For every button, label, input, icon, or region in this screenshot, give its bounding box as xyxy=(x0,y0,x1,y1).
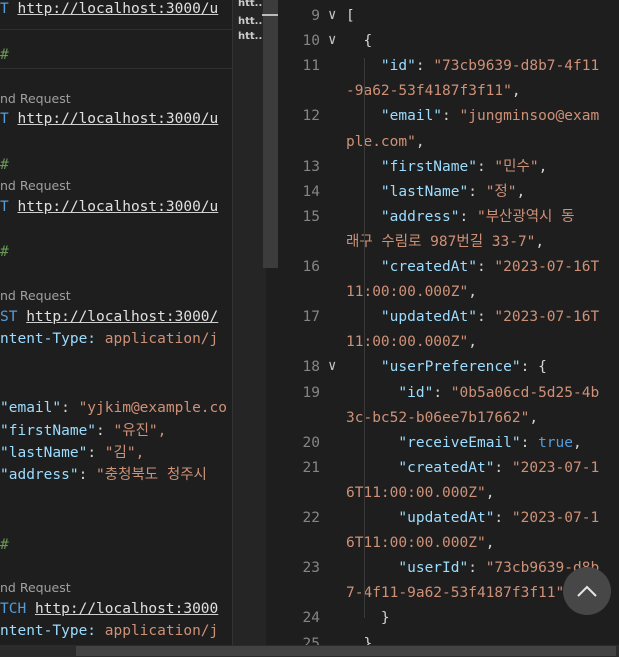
request-separator: # xyxy=(0,157,9,173)
line-number: 17 xyxy=(302,309,320,326)
code-text: "address": "부산광역시 동 xyxy=(380,208,575,225)
response-panel[interactable]: 9 ∨ [10 ∨ {11 "id": "73cb9639-d8b7-4f11 -9a6… xyxy=(278,0,619,645)
code-text: "receiveEmail": true, xyxy=(398,434,582,451)
code-text: "firstName": "민수", xyxy=(380,158,548,175)
request-header: ntent-Type: application/j xyxy=(0,331,219,347)
horizontal-scrollbar[interactable] xyxy=(76,646,616,656)
code-text: 11:00:00.000Z", xyxy=(346,284,477,301)
line-number: 25 xyxy=(302,635,320,646)
tab-response-3[interactable]: htt... xyxy=(238,31,266,42)
request-editor[interactable]: T http://localhost:3000/u # nd Request T… xyxy=(0,0,232,657)
request-line: T http://localhost:3000/u xyxy=(0,199,219,215)
request-separator: # xyxy=(0,244,9,260)
request-header: ntent-Type: application/j xyxy=(0,623,219,639)
request-url[interactable]: http://localhost:3000/u xyxy=(17,1,218,17)
request-url[interactable]: http://localhost:3000/u xyxy=(17,199,218,215)
request-url[interactable]: http://localhost:3000/u xyxy=(17,111,218,127)
editor-scrollbar[interactable] xyxy=(263,0,278,268)
line-number: 15 xyxy=(302,208,320,225)
body-line: "address": "충청북도 청주시 xyxy=(0,467,207,483)
request-line: T http://localhost:3000/u xyxy=(0,111,219,127)
send-request-codelens[interactable]: nd Request xyxy=(0,288,71,303)
line-number: 16 xyxy=(302,259,320,275)
request-url[interactable]: http://localhost:3000/ xyxy=(26,309,218,325)
request-url[interactable]: http://localhost:3000 xyxy=(35,601,218,617)
tab-response-1[interactable]: htt... xyxy=(238,0,266,9)
tab-response-2[interactable]: htt... xyxy=(238,16,266,27)
code-text: 래구 수림로 987번길 33-7", xyxy=(346,233,545,250)
fold-chevron-icon[interactable]: ∨ xyxy=(328,358,336,374)
code-text: [ xyxy=(346,8,355,24)
request-line: ST http://localhost:3000/ xyxy=(0,309,219,325)
line-number: 22 xyxy=(302,510,320,526)
code-text: "id": "73cb9639-d8b7-4f11 xyxy=(380,58,600,75)
line-number: 24 xyxy=(302,610,320,627)
send-request-codelens[interactable]: nd Request xyxy=(0,580,71,595)
request-separator: # xyxy=(0,47,9,63)
code-text: "updatedAt": "2023-07-1 xyxy=(398,510,600,526)
code-text: "userPreference": { xyxy=(380,359,547,376)
code-text: "updatedAt": "2023-07-16T xyxy=(380,309,600,326)
line-number: 12 xyxy=(302,108,320,125)
code-text: 7-4f11-9a62-53f4187f3f11" xyxy=(346,585,565,602)
body-line: "firstName": "유진", xyxy=(0,423,167,439)
line-number: 10 xyxy=(302,33,320,50)
line-number: 9 xyxy=(311,8,320,24)
code-text: } xyxy=(346,610,390,627)
code-text: "id": "0b5a06cd-5d25-4b xyxy=(398,384,600,401)
request-line: T http://localhost:3000/u xyxy=(0,1,219,17)
fold-chevron-icon[interactable]: ∨ xyxy=(328,7,336,23)
send-request-codelens[interactable]: nd Request xyxy=(0,178,71,193)
tab-strip: htt... htt... htt... xyxy=(232,0,266,657)
scroll-to-top-button[interactable] xyxy=(563,567,611,615)
code-text: "lastName": "정", xyxy=(380,183,526,200)
code-text: 11:00:00.000Z", xyxy=(346,334,477,351)
code-text: "createdAt": "2023-07-1 xyxy=(398,459,600,476)
code-text: -9a62-53f4187f3f11", xyxy=(346,83,521,100)
fold-chevron-icon[interactable]: ∨ xyxy=(328,32,336,48)
line-number: 13 xyxy=(302,158,320,175)
line-number: 18 xyxy=(302,359,320,376)
line-number: 21 xyxy=(302,459,320,476)
code-text: { xyxy=(346,33,373,50)
request-line: TCH http://localhost:3000 xyxy=(0,601,219,617)
code-text: } xyxy=(346,635,373,646)
request-separator: # xyxy=(0,537,9,553)
code-text: ple.com", xyxy=(346,133,425,150)
body-line: "email": "yjkim@example.co xyxy=(0,400,227,416)
code-text: 3c-bc52-b06ee7b17662", xyxy=(346,409,539,426)
line-number: 19 xyxy=(302,384,320,401)
code-text: 6T11:00:00.000Z", xyxy=(346,484,495,501)
line-number: 11 xyxy=(302,58,320,75)
body-line: "lastName": "김", xyxy=(0,445,145,461)
code-text: "email": "jungminsoo@exam xyxy=(380,108,600,125)
code-text: 6T11:00:00.000Z", xyxy=(346,535,495,552)
line-number: 14 xyxy=(302,183,320,200)
line-number: 20 xyxy=(302,434,320,451)
chevron-up-icon xyxy=(577,585,597,597)
indent-guide xyxy=(364,58,365,618)
code-text: "userId": "73cb9639-d8b xyxy=(398,560,600,577)
line-number: 23 xyxy=(302,560,320,577)
send-request-codelens[interactable]: nd Request xyxy=(0,91,71,106)
code-text: "createdAt": "2023-07-16T xyxy=(380,259,600,275)
